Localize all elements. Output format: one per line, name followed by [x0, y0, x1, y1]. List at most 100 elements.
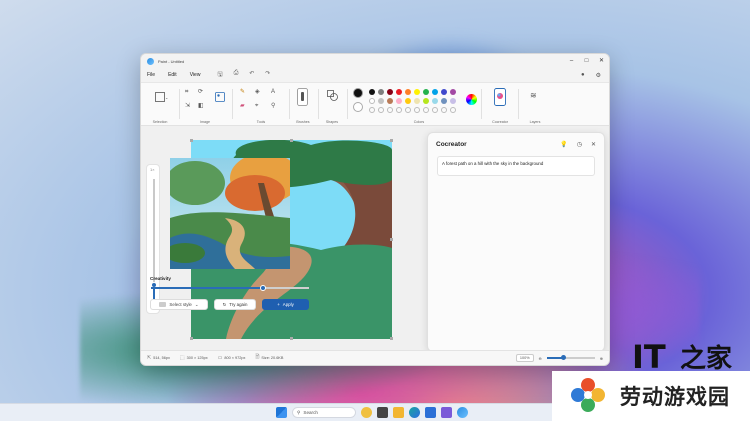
close-button[interactable]: ✕	[594, 54, 609, 68]
color-swatch[interactable]	[378, 98, 384, 104]
flip-icon[interactable]: ◧	[198, 102, 204, 110]
resize-handle-bc[interactable]	[290, 337, 293, 340]
windows-start-icon[interactable]	[276, 407, 287, 418]
try-again-button[interactable]: ↻ Try again	[214, 299, 256, 310]
pencil-icon[interactable]: ✎	[240, 88, 245, 96]
edit-colors-icon[interactable]	[466, 94, 477, 105]
resize-handle-tr[interactable]	[390, 139, 393, 142]
magnifier-icon[interactable]: ⚲	[271, 102, 275, 110]
color-swatch[interactable]	[414, 89, 420, 95]
custom-color-slot[interactable]	[432, 107, 438, 113]
shapes-icon[interactable]	[327, 90, 338, 101]
color-swatch[interactable]	[432, 98, 438, 104]
taskbar-search[interactable]: ⚲ Search	[292, 407, 356, 418]
secondary-color[interactable]	[353, 102, 363, 112]
creativity-slider-thumb[interactable]	[260, 284, 267, 291]
selection-dropdown-icon[interactable]: ⌄	[165, 94, 168, 102]
canvas-size: ▭ 800 × 972px	[218, 355, 246, 361]
color-swatch[interactable]	[378, 89, 384, 95]
color-swatch[interactable]	[405, 89, 411, 95]
color-swatch[interactable]	[387, 98, 393, 104]
brush-icon[interactable]	[297, 88, 308, 106]
fill-bucket-icon[interactable]: ◈	[255, 88, 260, 96]
custom-color-slot[interactable]	[387, 107, 393, 113]
minimize-button[interactable]: –	[564, 54, 579, 68]
zoom-out-icon[interactable]: ⊖	[539, 356, 542, 361]
menu-edit[interactable]: Edit	[168, 72, 177, 78]
color-swatch[interactable]	[441, 98, 447, 104]
color-swatch[interactable]	[450, 89, 456, 95]
resize-handle-mr[interactable]	[390, 238, 393, 241]
account-icon[interactable]: ●	[581, 72, 585, 79]
select-style-dropdown[interactable]: Select style ⌄	[150, 299, 208, 310]
color-picker-icon[interactable]: ⌖	[255, 102, 258, 110]
history-icon[interactable]: ◷	[577, 141, 582, 148]
custom-color-slot[interactable]	[450, 107, 456, 113]
try-again-label: Try again	[229, 302, 248, 307]
cocreator-title: Cocreator	[436, 141, 467, 148]
close-panel-icon[interactable]: ✕	[591, 141, 596, 148]
resize-handle-br[interactable]	[390, 337, 393, 340]
edge-browser-icon[interactable]	[409, 407, 420, 418]
creativity-slider[interactable]	[151, 284, 309, 291]
paint-taskbar-icon[interactable]	[457, 407, 468, 418]
zoom-slider[interactable]	[546, 355, 595, 360]
custom-color-slot[interactable]	[441, 107, 447, 113]
resize-handle-bl[interactable]	[190, 337, 193, 340]
custom-color-slot[interactable]	[405, 107, 411, 113]
ribbon-group-shapes: Shapes	[320, 86, 344, 124]
settings-gear-icon[interactable]: ⚙	[596, 72, 601, 79]
cocreator-icon[interactable]	[494, 88, 506, 106]
custom-color-slot[interactable]	[369, 107, 375, 113]
generated-image[interactable]	[165, 153, 300, 269]
maximize-button[interactable]: □	[579, 54, 594, 68]
save-icon[interactable]: 🖫	[217, 70, 222, 80]
widgets-icon[interactable]	[361, 407, 372, 418]
color-swatch[interactable]	[405, 98, 411, 104]
color-swatch[interactable]	[387, 89, 393, 95]
redo-icon[interactable]: ↷	[265, 70, 270, 80]
zoom-percent-dropdown[interactable]: 100%	[515, 354, 534, 362]
zoom-in-icon[interactable]: ⊕	[600, 356, 603, 361]
custom-color-slot[interactable]	[423, 107, 429, 113]
lightbulb-icon[interactable]: 💡	[560, 141, 567, 148]
selection-size-icon: ⬚	[179, 355, 185, 361]
task-view-icon[interactable]	[377, 407, 388, 418]
primary-color[interactable]	[353, 88, 363, 98]
crop-icon[interactable]: ⌗	[185, 88, 188, 96]
color-swatch[interactable]	[423, 89, 429, 95]
resize-handle-tc[interactable]	[290, 139, 293, 142]
resize-handle-tl[interactable]	[190, 139, 193, 142]
color-swatch[interactable]	[396, 98, 402, 104]
apply-button[interactable]: + Apply	[262, 299, 309, 310]
color-swatch[interactable]	[450, 98, 456, 104]
share-icon[interactable]: ⎙	[234, 70, 239, 80]
file-explorer-icon[interactable]	[393, 407, 404, 418]
zoom-slider-thumb[interactable]	[561, 355, 567, 360]
color-swatch[interactable]	[423, 98, 429, 104]
text-tool-icon[interactable]: A	[271, 88, 275, 96]
rotate-icon[interactable]: ⟳	[198, 88, 203, 96]
app-icon[interactable]	[441, 407, 452, 418]
eraser-icon[interactable]: ▰	[240, 102, 245, 110]
color-swatch[interactable]	[396, 89, 402, 95]
prompt-input[interactable]: A forest path on a hill with the sky in …	[437, 156, 595, 176]
image-background-icon[interactable]	[215, 92, 225, 102]
selection-rectangle-icon[interactable]	[155, 92, 165, 102]
layers-icon[interactable]: ≋	[530, 92, 537, 100]
store-icon[interactable]	[425, 407, 436, 418]
menu-view[interactable]: View	[190, 72, 201, 78]
color-swatch[interactable]	[432, 89, 438, 95]
menu-bar: File Edit View 🖫 ⎙ ↶ ↷ ● ⚙	[141, 68, 609, 82]
custom-color-slot[interactable]	[396, 107, 402, 113]
color-swatch[interactable]	[441, 89, 447, 95]
color-swatch[interactable]	[414, 98, 420, 104]
color-swatch[interactable]	[369, 89, 375, 95]
custom-color-slot[interactable]	[414, 107, 420, 113]
resize-icon[interactable]: ⇲	[185, 102, 190, 110]
color-swatch[interactable]	[369, 98, 375, 104]
menu-file[interactable]: File	[147, 72, 155, 78]
undo-icon[interactable]: ↶	[249, 70, 254, 80]
ribbon-group-brushes: Brushes	[291, 86, 315, 124]
custom-color-slot[interactable]	[378, 107, 384, 113]
